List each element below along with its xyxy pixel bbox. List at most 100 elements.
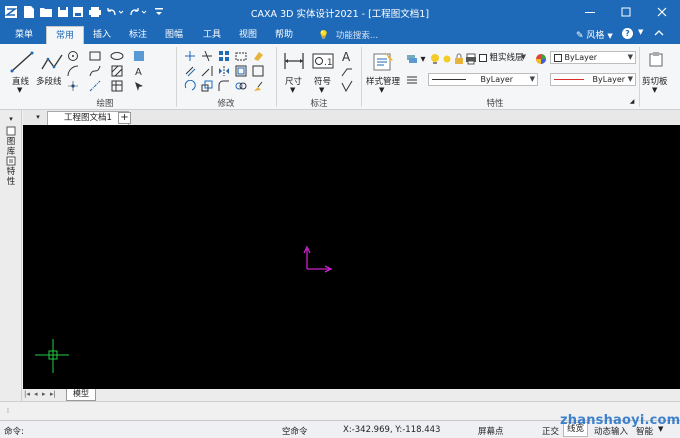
chevron-down-icon[interactable]: ▼ xyxy=(319,86,324,94)
lightbulb-icon: 💡 xyxy=(318,31,330,41)
lineweight-sample xyxy=(554,79,584,80)
tab-tools[interactable]: 工具 xyxy=(196,26,228,44)
svg-text:A: A xyxy=(342,50,351,62)
roughness-icon[interactable] xyxy=(340,79,354,93)
help-icon[interactable]: ? xyxy=(622,28,633,39)
linetype-icon[interactable] xyxy=(405,73,419,87)
svg-text:.1: .1 xyxy=(324,58,333,68)
line-icon[interactable] xyxy=(9,50,35,74)
draw-group-label: 绘图 xyxy=(96,99,114,109)
close-button[interactable] xyxy=(644,0,680,24)
move-icon[interactable] xyxy=(183,49,197,63)
ellipse-icon[interactable] xyxy=(110,49,124,63)
fill-icon[interactable] xyxy=(132,49,146,63)
snap-mode[interactable]: 屏幕点 xyxy=(478,425,504,437)
scale-icon[interactable] xyxy=(200,79,214,93)
symbol-icon[interactable]: .1 xyxy=(312,50,334,72)
text-icon[interactable]: A xyxy=(132,64,146,78)
hatch-icon[interactable] xyxy=(110,64,124,78)
polyline-button[interactable]: 多段线 xyxy=(36,75,62,87)
offset-icon[interactable] xyxy=(234,64,248,78)
properties-brush-icon[interactable] xyxy=(251,79,265,93)
ribbon-tab-bar: 菜单 常用 插入 标注 图幅 工具 视图 帮助 💡 功能搜索... ✎ 风格 ▼… xyxy=(0,24,680,44)
new-document-tab-button[interactable]: + xyxy=(118,112,131,124)
pick-icon[interactable] xyxy=(132,79,146,93)
color-value: ByLayer xyxy=(564,53,598,62)
mirror-icon[interactable] xyxy=(217,64,231,78)
maximize-button[interactable] xyxy=(608,0,644,24)
arc-icon[interactable] xyxy=(66,64,80,78)
crosshair-cursor-icon xyxy=(35,339,69,373)
tab-help[interactable]: 帮助 xyxy=(268,26,300,44)
ribbon-expand-icon[interactable] xyxy=(654,28,664,41)
explode-icon[interactable] xyxy=(251,64,265,78)
trim-icon[interactable] xyxy=(200,49,214,63)
collapse-panel-icon[interactable]: ▾ xyxy=(4,114,18,124)
layer-manager-icon[interactable] xyxy=(405,52,419,66)
help-dropdown-icon[interactable]: ▼ xyxy=(638,28,643,36)
layer-color-swatch xyxy=(479,53,487,62)
chevron-down-icon[interactable]: ▼ xyxy=(379,86,384,94)
lineweight-select[interactable]: ByLayer ▼ xyxy=(550,73,636,86)
color-swatch xyxy=(554,53,562,62)
copy-icon[interactable] xyxy=(183,64,197,78)
minimize-button[interactable] xyxy=(572,0,608,24)
ortho-toggle[interactable]: 正交 xyxy=(542,425,559,437)
tab-list-icon[interactable]: ▾ xyxy=(33,111,43,123)
layer-name: 粗实线层 xyxy=(489,53,524,63)
eraser-icon[interactable] xyxy=(251,49,265,63)
tab-insert[interactable]: 插入 xyxy=(86,26,118,44)
tab-menu[interactable]: 菜单 xyxy=(8,26,40,44)
document-tab[interactable]: 工程图文档1 xyxy=(47,111,129,125)
array-icon[interactable] xyxy=(217,49,231,63)
style-menu[interactable]: ✎ 风格 ▼ xyxy=(576,28,613,41)
chevron-down-icon: ▼ xyxy=(520,53,526,61)
lineweight-value: ByLayer xyxy=(592,75,626,84)
model-tab[interactable]: 模型 xyxy=(66,389,96,401)
ribbon-panel: 直线 ▼ 多段线 A 绘图 修改 尺寸 ▼ .1 符号 ▼ A 标注 样式管理 … xyxy=(0,44,680,110)
circle-icon[interactable] xyxy=(66,49,80,63)
break-icon[interactable] xyxy=(234,79,248,93)
feature-search[interactable]: 💡 功能搜索... xyxy=(318,29,378,41)
dialog-launcher-icon[interactable]: ◢ xyxy=(628,97,636,105)
extend-icon[interactable] xyxy=(200,64,214,78)
table-icon[interactable] xyxy=(110,79,124,93)
library-panel-tab[interactable]: 图库 xyxy=(5,137,17,157)
linetype-sample xyxy=(432,79,466,80)
polyline-icon[interactable] xyxy=(39,50,65,74)
style-manager-icon[interactable] xyxy=(370,50,396,72)
chevron-down-icon: ▼ xyxy=(627,53,633,61)
fillet-icon[interactable] xyxy=(217,79,231,93)
chevron-down-icon[interactable]: ▼ xyxy=(17,86,22,94)
layer-select[interactable]: 粗实线层 ▼ xyxy=(476,52,528,65)
prev-tab-icon[interactable]: ◂ xyxy=(34,390,38,398)
style-icon: ✎ xyxy=(576,31,584,41)
tab-sheet[interactable]: 图幅 xyxy=(158,26,190,44)
chevron-down-icon[interactable]: ▼ xyxy=(652,86,657,94)
next-tab-icon[interactable]: ▸ xyxy=(42,390,46,398)
centerline-icon[interactable] xyxy=(88,79,102,93)
text-annotation-icon[interactable]: A xyxy=(340,49,354,63)
rectangle-icon[interactable] xyxy=(88,49,102,63)
tab-annotate[interactable]: 标注 xyxy=(122,26,154,44)
color-wheel-icon[interactable] xyxy=(534,52,548,66)
drawing-canvas[interactable] xyxy=(23,125,680,389)
point-icon[interactable] xyxy=(66,79,80,93)
chevron-down-icon[interactable]: ▼ xyxy=(290,86,295,94)
paste-icon[interactable] xyxy=(647,50,665,68)
color-select[interactable]: ByLayer ▼ xyxy=(550,51,636,64)
linetype-select[interactable]: ByLayer ▼ xyxy=(428,73,538,86)
properties-panel-tab[interactable]: 特性 xyxy=(5,167,17,187)
stretch-icon[interactable] xyxy=(234,49,248,63)
tab-home[interactable]: 常用 xyxy=(46,26,84,44)
spline-icon[interactable] xyxy=(88,64,102,78)
first-tab-icon[interactable]: |◂ xyxy=(24,390,30,398)
leader-icon[interactable] xyxy=(340,64,354,78)
chevron-down-icon[interactable]: ▾ xyxy=(419,52,427,66)
rotate-icon[interactable] xyxy=(183,79,197,93)
dimension-icon[interactable] xyxy=(283,50,305,72)
last-tab-icon[interactable]: ▸| xyxy=(50,390,56,398)
tab-view[interactable]: 视图 xyxy=(232,26,264,44)
feature-search-placeholder: 功能搜索... xyxy=(335,31,379,41)
divider xyxy=(176,47,177,107)
